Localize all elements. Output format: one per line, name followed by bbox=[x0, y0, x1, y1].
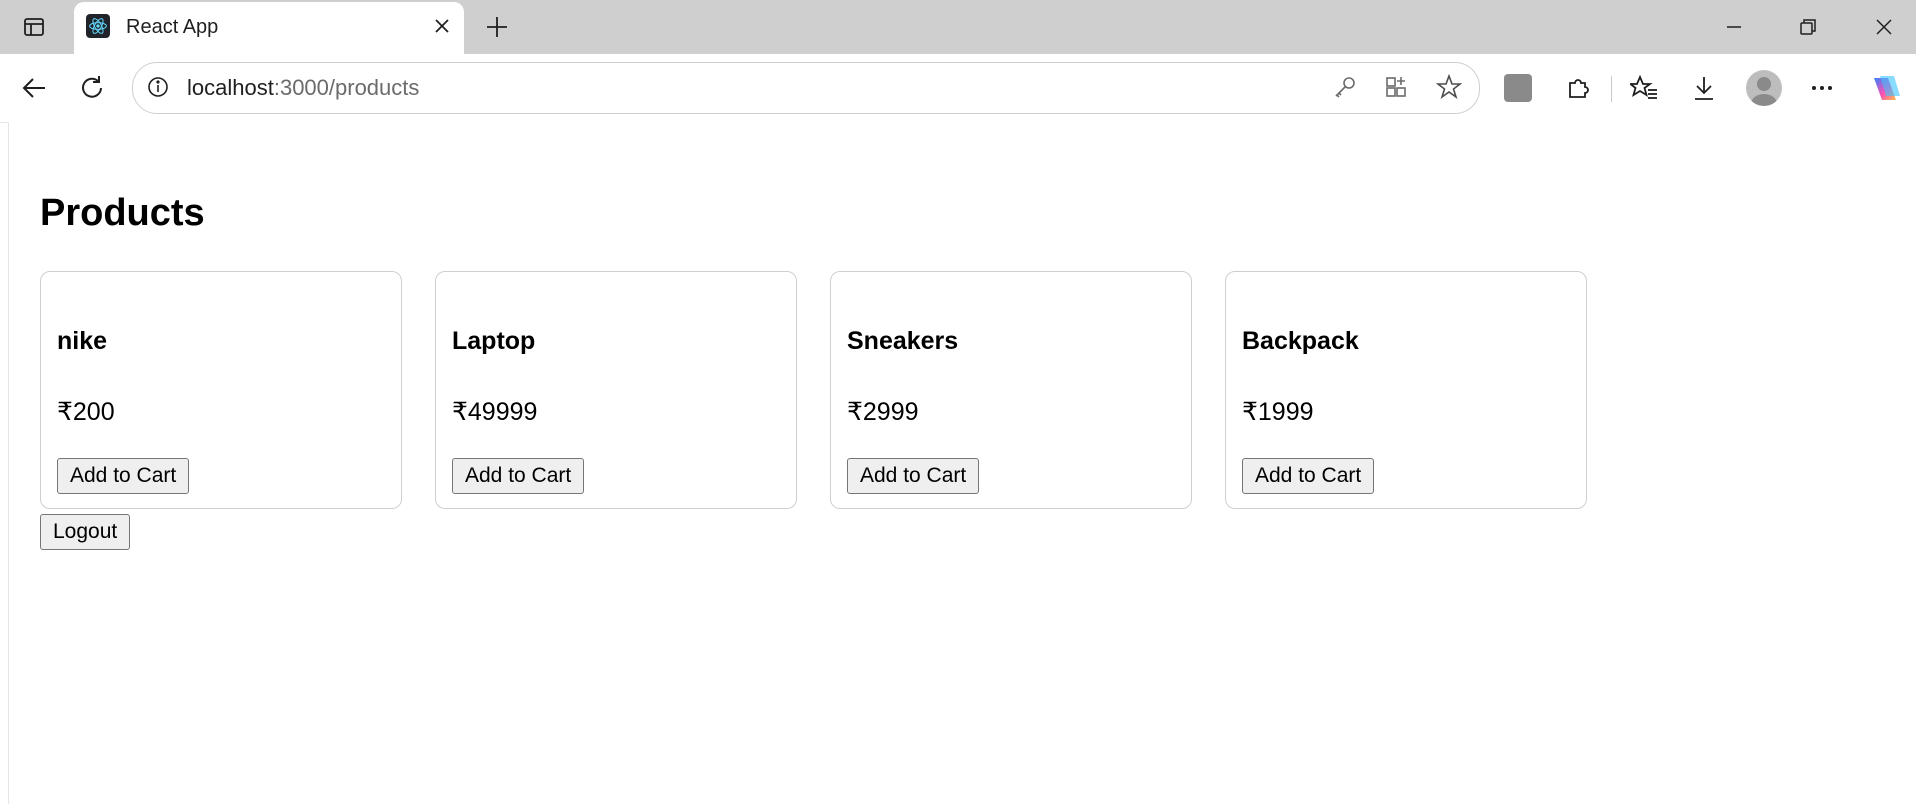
apps-icon[interactable] bbox=[1384, 74, 1410, 105]
product-name: Backpack bbox=[1242, 327, 1359, 355]
product-price: ₹49999 bbox=[452, 398, 538, 426]
minimize-icon[interactable] bbox=[1706, 8, 1762, 46]
product-price: ₹2999 bbox=[847, 398, 919, 426]
refresh-icon[interactable] bbox=[70, 66, 114, 110]
close-window-icon[interactable] bbox=[1856, 8, 1912, 46]
product-name: Sneakers bbox=[847, 327, 959, 355]
new-tab-icon[interactable] bbox=[478, 8, 516, 46]
add-to-cart-button[interactable]: Add to Cart bbox=[847, 458, 980, 494]
site-info-icon[interactable] bbox=[146, 75, 170, 99]
product-card: nike ₹200 Add to Cart bbox=[40, 271, 402, 509]
copilot-icon[interactable] bbox=[1866, 70, 1904, 113]
key-icon[interactable] bbox=[1332, 74, 1358, 105]
product-card: Sneakers ₹2999 Add to Cart bbox=[830, 271, 1192, 509]
downloads-icon[interactable] bbox=[1690, 74, 1718, 107]
url-text[interactable]: localhost:3000/products bbox=[187, 74, 419, 102]
extensions-puzzle-icon[interactable] bbox=[1564, 74, 1592, 107]
product-card: Laptop ₹49999 Add to Cart bbox=[435, 271, 797, 509]
logout-button[interactable]: Logout bbox=[40, 514, 131, 550]
add-to-cart-button[interactable]: Add to Cart bbox=[1242, 458, 1375, 494]
profile-avatar-icon[interactable] bbox=[1746, 70, 1782, 106]
restore-icon[interactable] bbox=[1780, 8, 1836, 46]
back-arrow-icon[interactable] bbox=[12, 66, 56, 110]
tab-actions-icon[interactable] bbox=[12, 8, 56, 46]
tab-close-icon[interactable] bbox=[428, 12, 456, 40]
favorite-star-icon[interactable] bbox=[1435, 73, 1463, 105]
tab-title: React App bbox=[126, 16, 219, 38]
extension-image-icon[interactable] bbox=[1504, 74, 1532, 102]
product-name: Laptop bbox=[452, 327, 536, 355]
product-card: Backpack ₹1999 Add to Cart bbox=[1225, 271, 1587, 509]
more-options-icon[interactable] bbox=[1808, 74, 1836, 107]
product-name: nike bbox=[57, 327, 108, 355]
toolbar-divider bbox=[1611, 76, 1612, 102]
add-to-cart-button[interactable]: Add to Cart bbox=[57, 458, 190, 494]
favorites-icon[interactable] bbox=[1627, 74, 1658, 107]
react-logo-icon bbox=[86, 14, 110, 38]
add-to-cart-button[interactable]: Add to Cart bbox=[452, 458, 585, 494]
product-price: ₹200 bbox=[57, 398, 115, 426]
page-title: Products bbox=[40, 192, 205, 234]
product-price: ₹1999 bbox=[1242, 398, 1314, 426]
